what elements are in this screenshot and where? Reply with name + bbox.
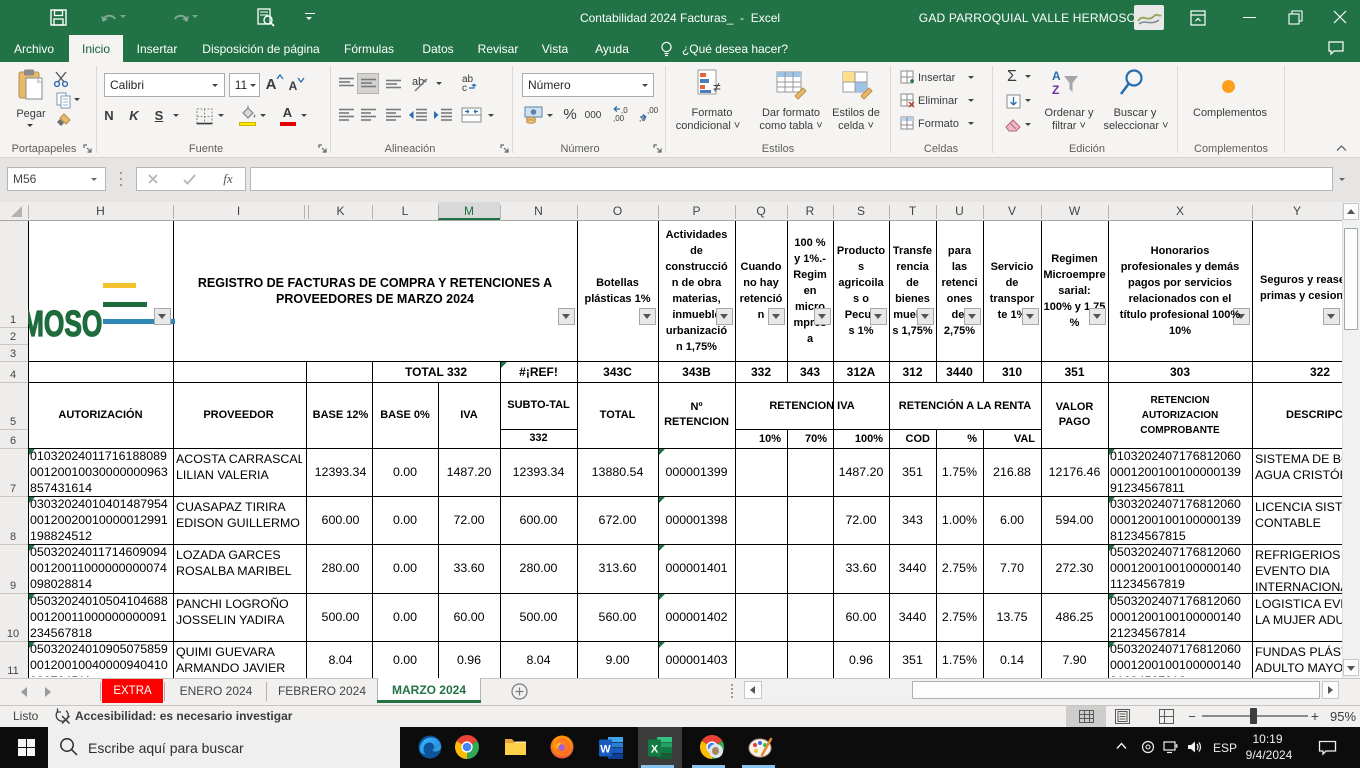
svg-text:ab: ab <box>412 76 424 88</box>
svg-text:,00: ,00 <box>613 114 625 123</box>
svg-text:W: W <box>600 744 611 756</box>
svg-text:X: X <box>651 744 659 756</box>
svg-text:c: c <box>462 83 467 94</box>
svg-text:,00: ,00 <box>647 106 659 115</box>
svg-text:,0: ,0 <box>639 114 646 123</box>
svg-text:Z: Z <box>1052 83 1059 97</box>
svg-text:≠: ≠ <box>713 79 721 95</box>
svg-text:A: A <box>1052 69 1061 83</box>
